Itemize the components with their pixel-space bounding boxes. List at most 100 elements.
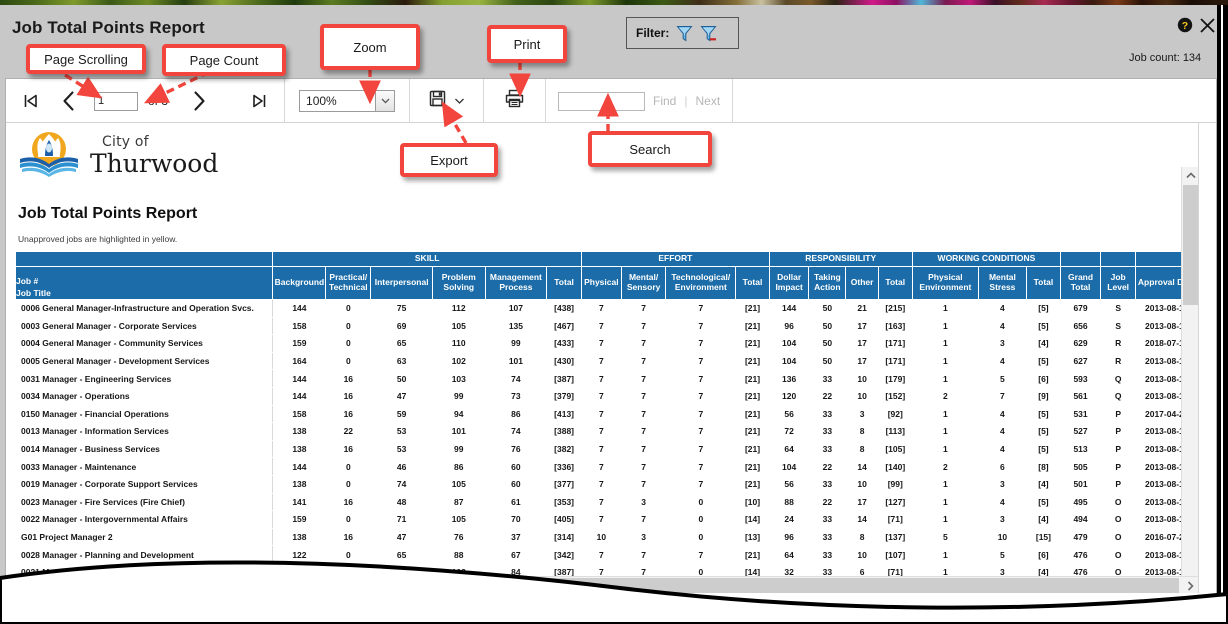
table-row[interactable]: 0033 Manager - Maintenance 144 0 46 86 60 [336…: [14, 457, 1198, 476]
cell-value: 56: [768, 474, 810, 494]
table-row[interactable]: 0150 Manager - Financial Operations 158 16…: [14, 404, 1198, 424]
help-icon[interactable]: ?: [1177, 17, 1193, 38]
cell-value: 0: [665, 510, 737, 529]
city-logo-icon: [18, 129, 80, 181]
horizontal-scrollbar[interactable]: [6, 576, 1198, 593]
table-row[interactable]: 0006 General Manager-Infrastructure and …: [14, 299, 1198, 318]
cell-value: [21]: [735, 439, 770, 459]
previous-page-icon[interactable]: [52, 84, 86, 118]
cell-value: 122: [272, 545, 327, 564]
cell-value: [21]: [735, 299, 770, 318]
chevron-down-icon[interactable]: [375, 91, 395, 111]
cell-value: 67: [484, 545, 548, 564]
cell-value: 53: [370, 439, 434, 459]
cell-value: 74: [370, 474, 434, 494]
cell-job-title: 0014 Manager - Business Services: [14, 439, 274, 459]
cell-value: 5: [978, 369, 1027, 388]
cell-value: 144: [768, 299, 810, 318]
table-group-header-row: SKILL EFFORT RESPONSIBILITY WORKING CONDITI…: [14, 251, 1198, 267]
cell-value: 10: [845, 545, 879, 564]
cell-value: 14: [845, 457, 879, 476]
table-column-header: Mental/Sensory: [620, 266, 667, 300]
table-row[interactable]: 0014 Manager - Business Services 138 16 53 9…: [14, 439, 1198, 459]
cell-value: 4: [978, 404, 1027, 424]
find-button[interactable]: Find: [653, 94, 676, 108]
cell-value: 105: [432, 510, 486, 529]
table-row[interactable]: 0031 Manager - Engineering Services 144 16…: [14, 369, 1198, 388]
table-row[interactable]: 0003 General Manager - Corporate Service…: [14, 316, 1198, 336]
cell-value: 7: [665, 545, 737, 564]
printer-icon[interactable]: [504, 88, 525, 114]
cell-value: 1: [911, 422, 980, 441]
cell-value: [140]: [877, 457, 913, 476]
vertical-scroll-thumb[interactable]: [1183, 185, 1198, 305]
find-next-button[interactable]: Next: [695, 94, 720, 108]
cell-value: 99: [484, 334, 548, 353]
table-column-header: Taking Action: [808, 266, 847, 300]
cell-value: 136: [768, 369, 810, 388]
cell-value: 101: [432, 422, 486, 441]
table-row[interactable]: 0023 Manager - Fire Services (Fire Chief…: [14, 492, 1198, 512]
cell-value: 7: [620, 422, 667, 441]
cell-value: 501: [1060, 474, 1101, 494]
page-count-label: of 3: [148, 94, 169, 108]
cell-value: 72: [768, 422, 810, 441]
cell-value: [21]: [735, 404, 770, 424]
zoom-group: 100%: [285, 79, 411, 123]
cell-value: 135: [484, 316, 548, 336]
table-head: SKILL EFFORT RESPONSIBILITY WORKING CONDITI…: [14, 251, 1198, 300]
table-row[interactable]: 0028 Manager - Planning and Development 1…: [14, 545, 1198, 564]
close-icon[interactable]: [1199, 17, 1216, 39]
table-column-header: Mental Stress: [978, 266, 1027, 300]
cell-value: 16: [325, 492, 372, 512]
table-row[interactable]: 0004 General Manager - Community Service…: [14, 334, 1198, 353]
cell-value: 7: [620, 369, 667, 388]
filter-toolbar: Filter:: [626, 17, 739, 49]
cell-value: [8]: [1025, 457, 1062, 476]
cell-job-title: 0022 Manager - Intergovernmental Affairs: [14, 510, 274, 529]
funnel-clear-icon[interactable]: [700, 24, 717, 43]
table-row[interactable]: G01 Project Manager 2 138 16 47 76 37 [314] 10 3…: [14, 527, 1198, 547]
cell-value: [21]: [735, 316, 770, 336]
scroll-right-icon[interactable]: [1182, 577, 1198, 593]
page-number-input[interactable]: [94, 91, 138, 111]
zoom-select[interactable]: 100%: [299, 90, 396, 112]
next-page-icon[interactable]: [182, 84, 216, 118]
cell-value: 1: [911, 545, 980, 564]
cell-value: 33: [808, 439, 847, 459]
cell-job-title: 0150 Manager - Financial Operations: [14, 404, 274, 424]
cell-value: 7: [665, 439, 737, 459]
cell-value: [314]: [546, 527, 582, 547]
first-page-icon[interactable]: [14, 84, 48, 118]
cell-value: 4: [978, 492, 1027, 512]
cell-value: 7: [580, 474, 622, 494]
save-disk-icon[interactable]: [428, 89, 447, 113]
cell-value: 16: [325, 404, 372, 424]
cell-value: 6: [978, 457, 1027, 476]
table-row[interactable]: 0034 Manager - Operations 144 16 47 99 73 [379…: [14, 386, 1198, 406]
export-chevron-down-icon[interactable]: [454, 92, 465, 110]
funnel-icon[interactable]: [676, 24, 693, 43]
cell-value: 103: [432, 369, 486, 388]
table-row[interactable]: 0019 Manager - Corporate Support Service…: [14, 474, 1198, 494]
horizontal-scroll-thumb[interactable]: [24, 578, 1179, 593]
cell-value: 33: [808, 369, 847, 388]
table-row[interactable]: 0022 Manager - Intergovernmental Affairs…: [14, 510, 1198, 529]
cell-value: 138: [272, 474, 327, 494]
export-group: [410, 79, 485, 123]
report-table: SKILL EFFORT RESPONSIBILITY WORKING CONDITI…: [14, 251, 1198, 582]
cell-value: Q: [1099, 369, 1137, 388]
last-page-icon[interactable]: [242, 84, 276, 118]
table-row[interactable]: 0005 General Manager - Development Servi…: [14, 351, 1198, 371]
vertical-scrollbar[interactable]: [1181, 167, 1198, 593]
search-input[interactable]: [558, 91, 646, 111]
cell-value: 21: [845, 299, 879, 318]
table-row[interactable]: 0013 Manager - Information Services 138 22…: [14, 422, 1198, 441]
cell-value: 8: [845, 527, 879, 547]
cell-value: [377]: [546, 474, 582, 494]
cell-value: 7: [580, 299, 622, 318]
scroll-up-icon[interactable]: [1182, 167, 1198, 184]
scroll-left-icon[interactable]: [6, 577, 23, 593]
cell-value: 1: [911, 369, 980, 388]
table-group-header: SKILL: [272, 251, 582, 267]
